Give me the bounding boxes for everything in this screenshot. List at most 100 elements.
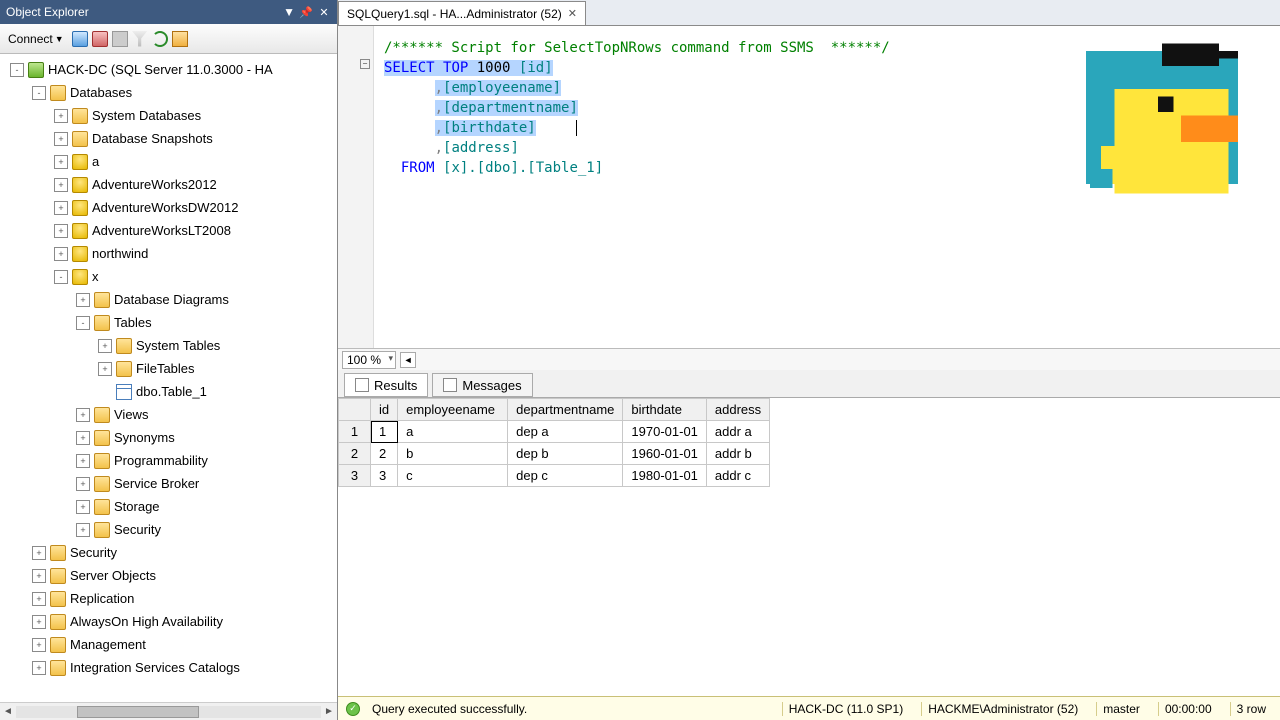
filter-icon[interactable] [132,31,148,47]
connect-button[interactable]: Connect ▼ [4,30,68,48]
tree-node[interactable]: +Security [0,541,337,564]
expand-icon[interactable]: + [98,339,112,353]
tree-node[interactable]: +Management [0,633,337,656]
tree-node[interactable]: +AdventureWorks2012 [0,173,337,196]
expand-icon[interactable]: + [54,224,68,238]
tree-node[interactable]: +Synonyms [0,426,337,449]
horizontal-scrollbar[interactable]: ◄ ► [0,702,337,720]
tree-node[interactable]: +AlwaysOn High Availability [0,610,337,633]
grid-cell[interactable]: 3 [371,465,398,487]
fold-icon[interactable]: − [360,59,370,69]
expand-icon[interactable]: + [76,454,90,468]
tree-node[interactable]: -x [0,265,337,288]
tree-node[interactable]: +northwind [0,242,337,265]
column-header[interactable]: departmentname [508,399,623,421]
column-header[interactable]: birthdate [623,399,707,421]
refresh-icon[interactable] [152,31,168,47]
tree-node[interactable]: +Storage [0,495,337,518]
grid-cell[interactable]: dep c [508,465,623,487]
zoom-combo[interactable]: 100 % [342,351,396,369]
close-tab-icon[interactable]: ✕ [568,7,577,20]
scroll-left-icon[interactable]: ◄ [0,706,16,717]
column-header[interactable]: id [371,399,398,421]
expand-icon[interactable]: + [76,408,90,422]
expand-icon[interactable]: + [76,431,90,445]
grid-cell[interactable]: a [398,421,508,443]
grid-cell[interactable]: addr a [706,421,769,443]
expand-icon[interactable]: + [32,615,46,629]
tree-node[interactable]: -Databases [0,81,337,104]
expand-icon[interactable]: + [54,201,68,215]
expand-icon[interactable]: + [54,178,68,192]
expand-icon[interactable]: + [54,109,68,123]
tree-node[interactable]: +System Databases [0,104,337,127]
grid-cell[interactable]: 1970-01-01 [623,421,707,443]
tree-node[interactable]: +a [0,150,337,173]
tree-node[interactable]: +Database Diagrams [0,288,337,311]
expand-icon[interactable]: + [54,155,68,169]
object-explorer-tree[interactable]: -HACK-DC (SQL Server 11.0.3000 - HA-Data… [0,54,337,702]
tree-node[interactable]: dbo.Table_1 [0,380,337,403]
scroll-left-nav-icon[interactable]: ◄ [400,352,416,368]
collapse-icon[interactable]: - [54,270,68,284]
row-number[interactable]: 2 [339,443,371,465]
grid-cell[interactable]: addr b [706,443,769,465]
connect-server-icon[interactable] [72,31,88,47]
grid-cell[interactable]: addr c [706,465,769,487]
collapse-icon[interactable]: - [10,63,24,77]
expand-icon[interactable]: + [32,546,46,560]
grid-cell[interactable]: 1960-01-01 [623,443,707,465]
tree-node[interactable]: +Replication [0,587,337,610]
tree-node[interactable]: +Database Snapshots [0,127,337,150]
tree-node[interactable]: -Tables [0,311,337,334]
column-header[interactable]: employeename [398,399,508,421]
tree-node[interactable]: +FileTables [0,357,337,380]
grid-cell[interactable]: 1980-01-01 [623,465,707,487]
scroll-right-icon[interactable]: ► [321,706,337,717]
grid-cell[interactable]: dep a [508,421,623,443]
column-header[interactable]: address [706,399,769,421]
results-grid[interactable]: idemployeenamedepartmentnamebirthdateadd… [338,398,770,487]
grid-cell[interactable]: c [398,465,508,487]
sql-editor[interactable]: − /****** Script for SelectTopNRows comm… [338,26,1280,348]
expand-icon[interactable]: + [76,523,90,537]
pin-icon[interactable]: 📌 [299,5,313,19]
row-number[interactable]: 3 [339,465,371,487]
tree-node[interactable]: +AdventureWorksLT2008 [0,219,337,242]
tree-node[interactable]: +System Tables [0,334,337,357]
tree-node[interactable]: +AdventureWorksDW2012 [0,196,337,219]
tree-node[interactable]: +Programmability [0,449,337,472]
tree-node[interactable]: +Service Broker [0,472,337,495]
row-number[interactable]: 1 [339,421,371,443]
query-tab[interactable]: SQLQuery1.sql - HA...Administrator (52) … [338,1,586,25]
expand-icon[interactable]: + [32,638,46,652]
expand-icon[interactable]: + [98,362,112,376]
expand-icon[interactable]: + [32,661,46,675]
properties-icon[interactable] [172,31,188,47]
expand-icon[interactable]: + [76,293,90,307]
expand-icon[interactable]: + [32,569,46,583]
grid-corner[interactable] [339,399,371,421]
grid-cell[interactable]: 2 [371,443,398,465]
expand-icon[interactable]: + [76,477,90,491]
messages-tab[interactable]: Messages [432,373,532,397]
table-row[interactable]: 22bdep b1960-01-01addr b [339,443,770,465]
grid-cell[interactable]: b [398,443,508,465]
tree-node[interactable]: -HACK-DC (SQL Server 11.0.3000 - HA [0,58,337,81]
disconnect-icon[interactable] [92,31,108,47]
expand-icon[interactable]: + [54,247,68,261]
grid-cell[interactable]: 1 [371,421,398,443]
sql-code[interactable]: /****** Script for SelectTopNRows comman… [374,26,900,348]
tree-node[interactable]: +Server Objects [0,564,337,587]
tree-node[interactable]: +Integration Services Catalogs [0,656,337,679]
grid-cell[interactable]: dep b [508,443,623,465]
close-icon[interactable]: ✕ [317,5,331,19]
dropdown-icon[interactable]: ▼ [283,5,295,19]
collapse-icon[interactable]: - [32,86,46,100]
tree-node[interactable]: +Security [0,518,337,541]
results-grid-container[interactable]: idemployeenamedepartmentnamebirthdateadd… [338,398,1280,696]
expand-icon[interactable]: + [54,132,68,146]
expand-icon[interactable]: + [32,592,46,606]
results-tab[interactable]: Results [344,373,428,397]
table-row[interactable]: 33cdep c1980-01-01addr c [339,465,770,487]
